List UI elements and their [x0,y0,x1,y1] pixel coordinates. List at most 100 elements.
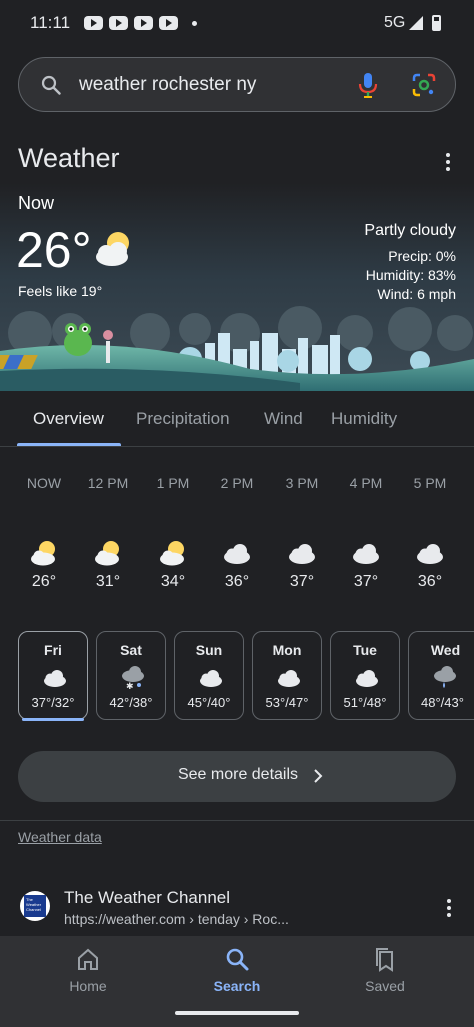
weather-channel-logo: The Weather Channel [20,891,50,921]
status-time: 11:11 [30,13,71,32]
nav-saved[interactable]: Saved [335,946,435,994]
youtube-notification-icon [84,16,103,30]
hourly-item[interactable]: 5 PM 36° [400,475,460,591]
hour-time: 2 PM [220,475,254,491]
svg-text:✱: ✱ [126,682,134,689]
search-icon [41,75,61,95]
now-label: Now [18,193,55,213]
humidity-value: Humidity: 83% [365,267,456,283]
day-temp-range: 51°/48° [343,695,387,710]
cloudy-icon [44,670,66,687]
partly-cloudy-icon [96,232,129,266]
bookmarks-icon [376,948,393,972]
hour-time: 1 PM [156,475,190,491]
day-name: Sat [120,642,142,658]
cloudy-icon [289,544,315,564]
day-name: Tue [353,642,377,658]
daily-card-tue[interactable]: Tue 51°/48° [330,631,400,720]
network-type: 5G [384,14,406,31]
current-temperature: 26° [16,222,92,278]
search-icon [226,948,249,971]
cloudy-icon [356,670,378,687]
hour-time: 4 PM [349,475,383,491]
tab-precipitation[interactable]: Precipitation [136,409,230,429]
result-title[interactable]: The Weather Channel [64,888,230,908]
hourly-item[interactable]: 1 PM 34° [143,475,203,591]
more-options-icon[interactable] [442,898,456,918]
day-temp-range: 37°/32° [31,695,75,710]
hour-time: 12 PM [87,475,129,491]
hourly-item[interactable]: 12 PM 31° [78,475,138,591]
day-name: Wed [430,642,461,658]
hour-temp: 37° [289,573,315,590]
more-notifications-icon [192,21,197,26]
divider [0,820,474,821]
rain-icon [434,666,456,688]
day-temp-range: 42°/38° [109,695,153,710]
nav-home[interactable]: Home [38,946,138,994]
search-bar[interactable]: weather rochester ny [18,57,456,112]
chevron-right-icon [314,769,323,783]
partly-cloudy-icon [95,541,119,566]
tab-overview[interactable]: Overview [33,409,104,429]
hourly-item[interactable]: 3 PM 37° [272,475,332,591]
see-more-details-button[interactable]: See more details [18,751,456,802]
hour-time: 5 PM [413,475,447,491]
weather-data-link[interactable]: Weather data [18,829,102,845]
daily-card-sun[interactable]: Sun 45°/40° [174,631,244,720]
nav-label: Home [69,978,107,994]
status-bar: 11:11 5G [0,0,474,48]
hourly-item[interactable]: 2 PM 36° [207,475,267,591]
partly-cloudy-icon [31,541,55,566]
tab-humidity[interactable]: Humidity [331,409,397,429]
day-name: Fri [44,642,62,658]
hour-temp: 31° [95,573,121,590]
selected-day-indicator [22,718,84,721]
weather-title: Weather [18,143,120,173]
gesture-bar[interactable] [175,1011,299,1015]
hour-time: NOW [26,475,62,491]
youtube-notification-icon [109,16,128,30]
weather-channel-logo-mark: The Weather Channel [24,895,46,917]
home-icon [78,948,98,970]
precipitation-value: Precip: 0% [388,248,456,264]
daily-card-fri[interactable]: Fri 37°/32° [18,631,88,721]
day-name: Mon [272,642,302,658]
hourly-item[interactable]: 4 PM 37° [336,475,396,591]
battery-icon [432,15,441,31]
day-name: Sun [195,642,223,658]
tab-wind[interactable]: Wind [264,409,303,429]
google-lens-icon[interactable] [412,73,436,97]
youtube-notification-icon [159,16,178,30]
feels-like: Feels like 19° [18,283,103,299]
partly-cloudy-icon [160,541,184,566]
microphone-icon[interactable] [357,72,379,98]
more-options-icon[interactable] [440,151,456,173]
signal-icon [409,16,423,30]
wind-value: Wind: 6 mph [377,286,456,302]
day-temp-range: 48°/43° [421,695,464,710]
daily-card-mon[interactable]: Mon 53°/47° [252,631,322,720]
search-result-weather-channel[interactable]: The Weather Channel The Weather Channel … [0,866,474,936]
day-temp-range: 45°/40° [187,695,231,710]
result-url: https://weather.com › tenday › Roc... [64,911,289,927]
hour-time: 3 PM [285,475,319,491]
daily-card-wed[interactable]: Wed 48°/43° [408,631,474,720]
cloudy-icon [224,544,250,564]
hour-temp: 36° [224,573,250,590]
hourly-item[interactable]: NOW 26° [14,475,74,591]
snow-showers-icon: ✱ [122,666,144,689]
search-input[interactable]: weather rochester ny [79,74,256,96]
cloudy-icon [417,544,443,564]
youtube-notification-icon [134,16,153,30]
nav-label: Search [213,978,261,994]
weather-tabs: Overview Precipitation Wind Humidity [0,391,474,447]
cloudy-icon [278,670,300,687]
cloudy-icon [353,544,379,564]
hour-temp: 37° [353,573,379,590]
hour-temp: 26° [31,573,57,590]
nav-search[interactable]: Search [187,946,287,994]
cloudy-icon [200,670,222,687]
daily-card-sat[interactable]: Sat ✱ 42°/38° [96,631,166,720]
weather-condition: Partly cloudy [364,222,456,239]
